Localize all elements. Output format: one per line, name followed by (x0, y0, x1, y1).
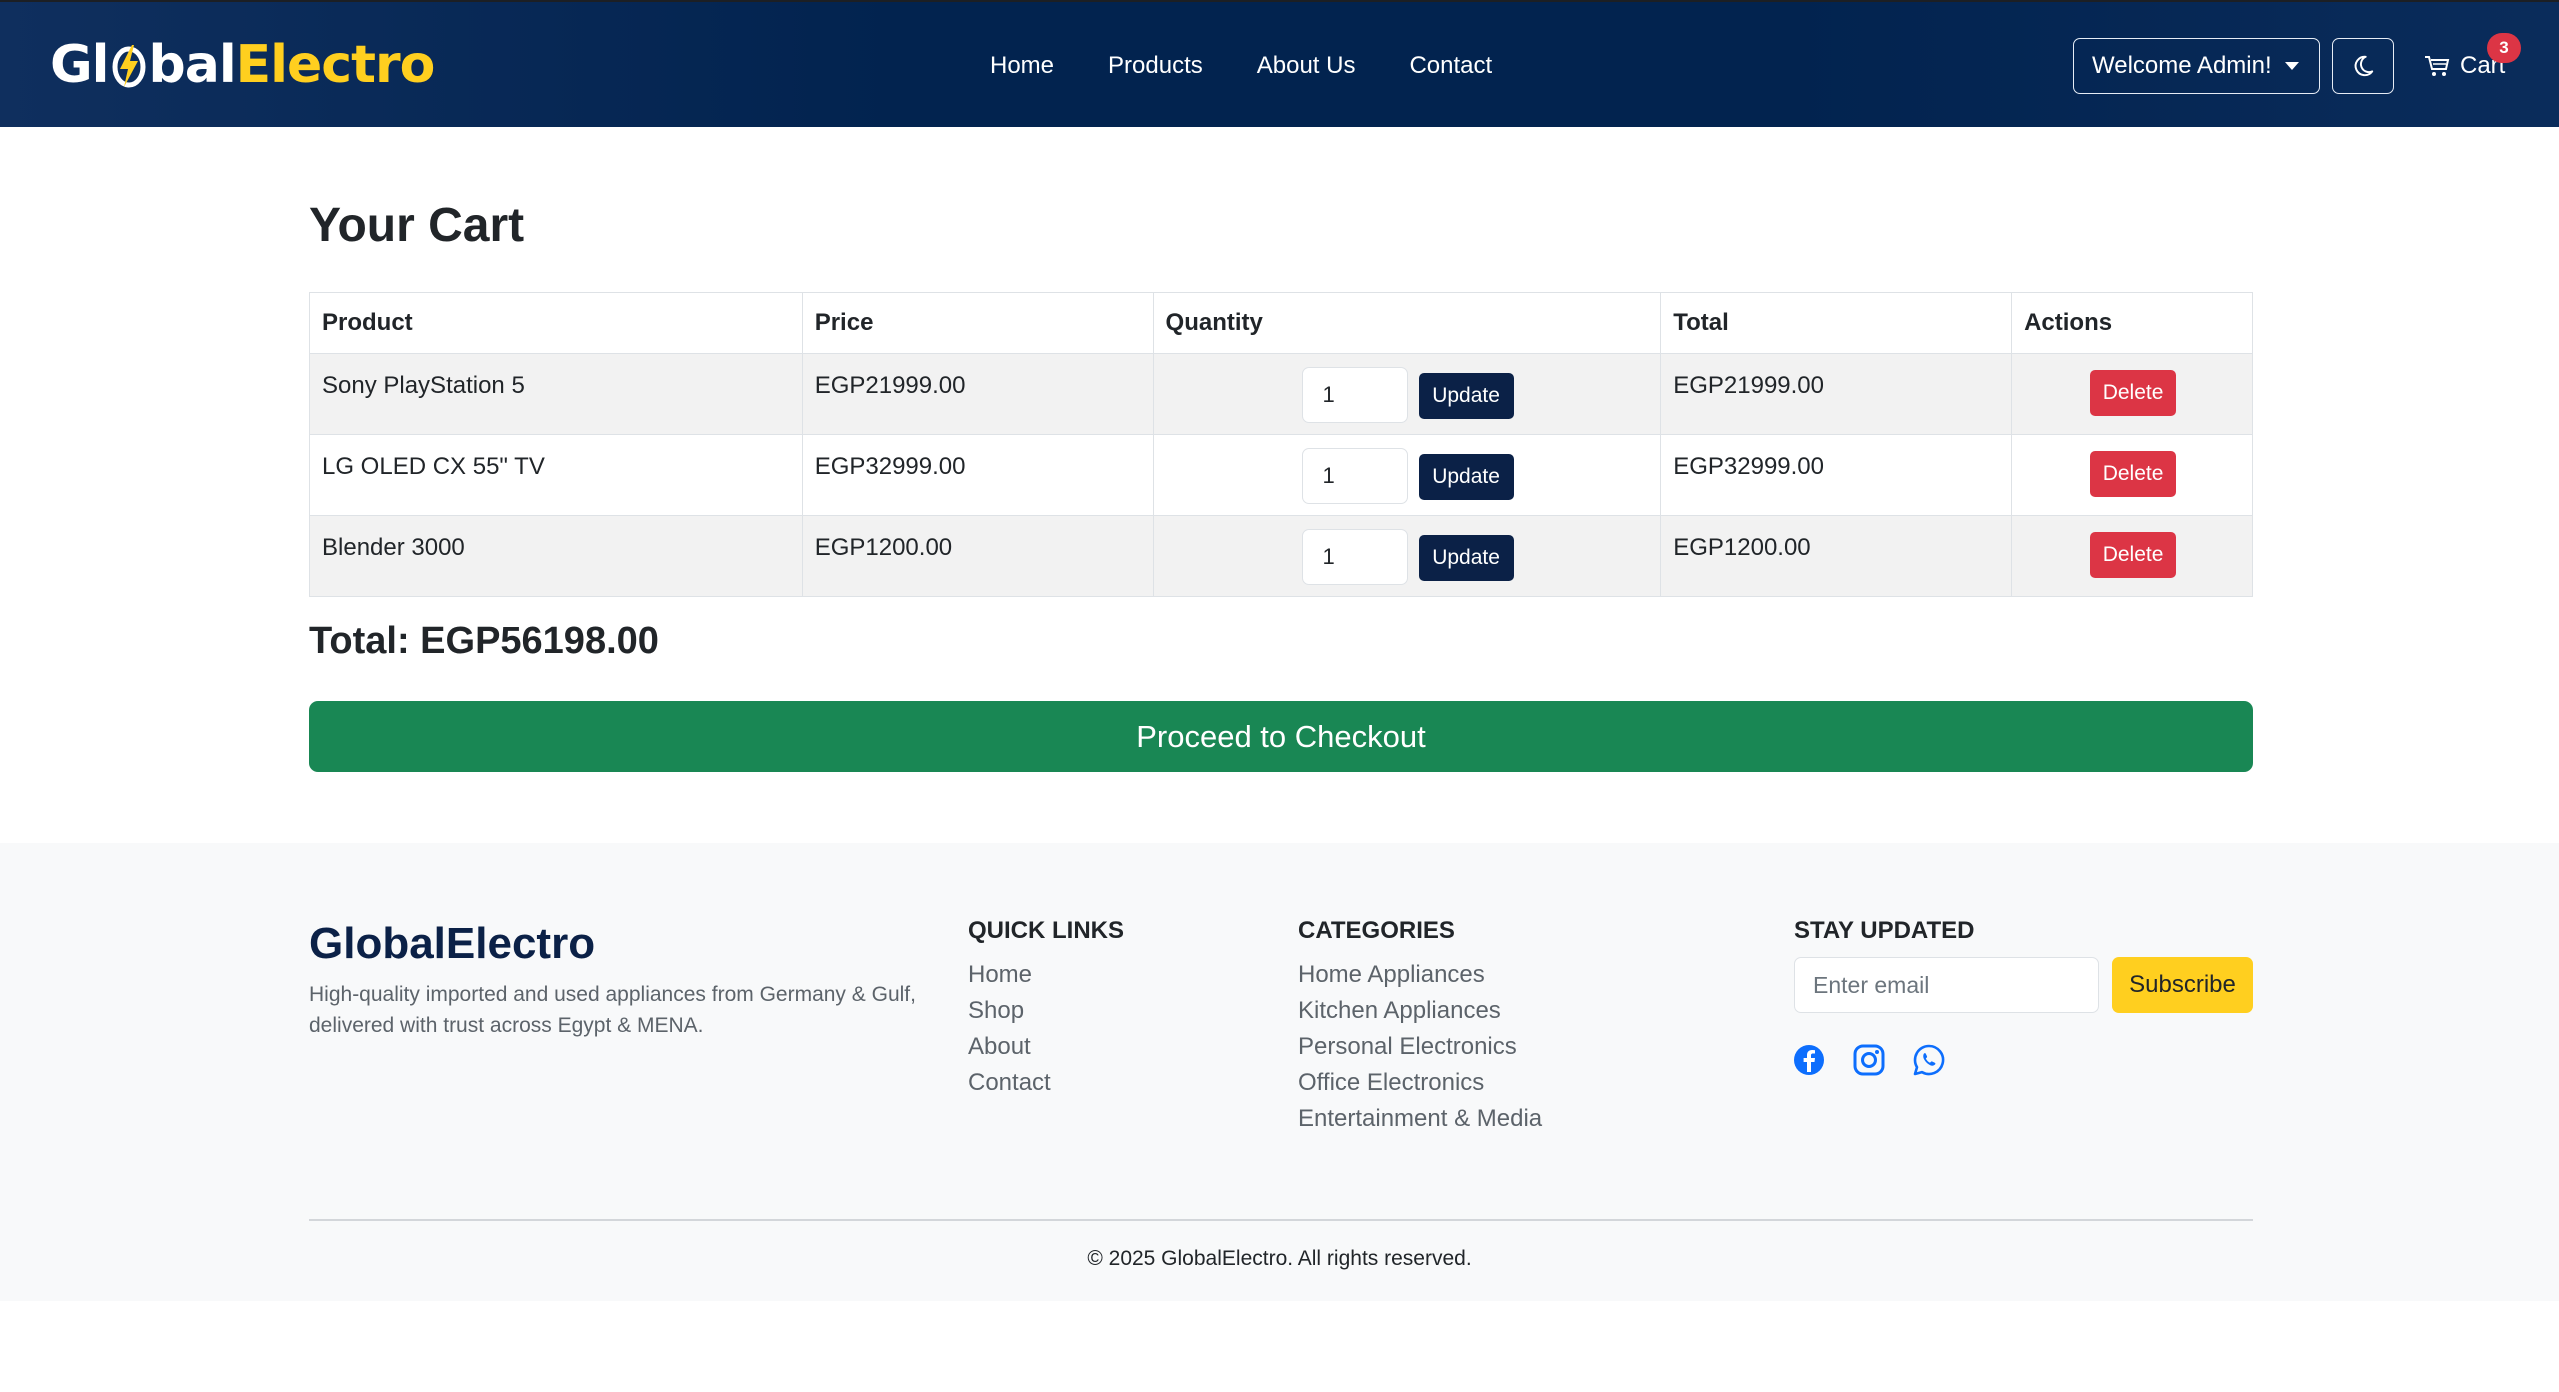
product-name: Sony PlayStation 5 (309, 353, 803, 435)
actions-cell: Delete (2011, 434, 2253, 516)
footer-link-about[interactable]: About (968, 1029, 1051, 1065)
categories-heading: CATEGORIES (1298, 917, 1455, 944)
user-menu-label: Welcome Admin! (2092, 52, 2272, 79)
chevron-down-icon (2285, 62, 2299, 70)
product-price: EGP32999.00 (801, 434, 1154, 516)
footer-link-contact[interactable]: Contact (968, 1065, 1051, 1101)
nav-products[interactable]: Products (1108, 52, 1203, 80)
delete-button[interactable]: Delete (2090, 532, 2177, 578)
quantity-cell: Update (1152, 353, 1662, 435)
table-row: LG OLED CX 55" TV EGP32999.00 Update EGP… (309, 434, 2253, 516)
footer: GlobalElectro High-quality imported and … (0, 843, 2559, 1301)
cart-icon (2425, 56, 2450, 76)
instagram-icon[interactable] (1852, 1043, 1886, 1077)
subscribe-button[interactable]: Subscribe (2112, 957, 2253, 1013)
product-name: Blender 3000 (309, 515, 803, 597)
update-button[interactable]: Update (1418, 454, 1514, 500)
column-header-price: Price (801, 292, 1154, 354)
nav-contact[interactable]: Contact (1409, 52, 1492, 80)
table-row: Sony PlayStation 5 EGP21999.00 Update EG… (309, 353, 2253, 435)
category-personal-electronics[interactable]: Personal Electronics (1298, 1029, 1542, 1065)
quantity-cell: Update (1152, 434, 1662, 516)
update-button[interactable]: Update (1418, 373, 1514, 419)
category-office-electronics[interactable]: Office Electronics (1298, 1065, 1542, 1101)
footer-divider (309, 1219, 2253, 1221)
delete-button[interactable]: Delete (2090, 451, 2177, 497)
column-header-quantity: Quantity (1152, 292, 1662, 354)
main-nav: Home Products About Us Contact (990, 40, 1546, 92)
table-header-row: Product Price Quantity Total Actions (309, 292, 2253, 354)
brand-logo[interactable]: Gl bal Electro (50, 32, 435, 98)
whatsapp-icon[interactable] (1912, 1043, 1946, 1077)
cart-table: Product Price Quantity Total Actions Son… (309, 292, 2253, 597)
quantity-input[interactable] (1301, 367, 1408, 423)
cart-count-badge: 3 (2487, 33, 2521, 63)
footer-link-shop[interactable]: Shop (968, 993, 1051, 1029)
category-kitchen-appliances[interactable]: Kitchen Appliances (1298, 993, 1542, 1029)
copyright-text: © 2025 GlobalElectro. All rights reserve… (1087, 1247, 1472, 1270)
footer-link-home[interactable]: Home (968, 957, 1051, 993)
nav-home[interactable]: Home (990, 52, 1054, 80)
page-title: Your Cart (309, 199, 525, 252)
line-total: EGP1200.00 (1660, 515, 2013, 597)
quick-links-list: Home Shop About Contact (968, 957, 1051, 1101)
delete-button[interactable]: Delete (2090, 370, 2177, 416)
product-name: LG OLED CX 55" TV (309, 434, 803, 516)
categories-list: Home Appliances Kitchen Appliances Perso… (1298, 957, 1542, 1137)
nav-about-us[interactable]: About Us (1257, 52, 1356, 80)
proceed-to-checkout-button[interactable]: Proceed to Checkout (309, 701, 2253, 772)
theme-toggle-button[interactable] (2332, 38, 2394, 94)
column-header-actions: Actions (2011, 292, 2253, 354)
user-menu-dropdown[interactable]: Welcome Admin! (2073, 38, 2320, 94)
product-price: EGP21999.00 (801, 353, 1154, 435)
quick-links-heading: QUICK LINKS (968, 917, 1124, 944)
quantity-input[interactable] (1301, 529, 1408, 585)
actions-cell: Delete (2011, 353, 2253, 435)
newsletter-email-input[interactable] (1794, 957, 2099, 1013)
footer-description: High-quality imported and used appliance… (309, 983, 916, 1037)
table-row: Blender 3000 EGP1200.00 Update EGP1200.0… (309, 515, 2253, 597)
line-total: EGP21999.00 (1660, 353, 2013, 435)
actions-cell: Delete (2011, 515, 2253, 597)
moon-icon (2354, 55, 2374, 77)
navbar: Gl bal Electro Home Products About Us Co… (0, 0, 2559, 127)
quantity-input[interactable] (1301, 448, 1408, 504)
facebook-icon[interactable] (1792, 1043, 1826, 1077)
column-header-product: Product (309, 292, 803, 354)
update-button[interactable]: Update (1418, 535, 1514, 581)
product-price: EGP1200.00 (801, 515, 1154, 597)
line-total: EGP32999.00 (1660, 434, 2013, 516)
category-home-appliances[interactable]: Home Appliances (1298, 957, 1542, 993)
cart-grand-total: Total: EGP56198.00 (309, 620, 659, 662)
stay-updated-heading: STAY UPDATED (1794, 917, 1975, 944)
lightning-bolt-icon (112, 45, 146, 88)
quantity-cell: Update (1152, 515, 1662, 597)
category-entertainment-media[interactable]: Entertainment & Media (1298, 1101, 1542, 1137)
column-header-total: Total (1660, 292, 2013, 354)
footer-brand: GlobalElectro (309, 919, 596, 968)
